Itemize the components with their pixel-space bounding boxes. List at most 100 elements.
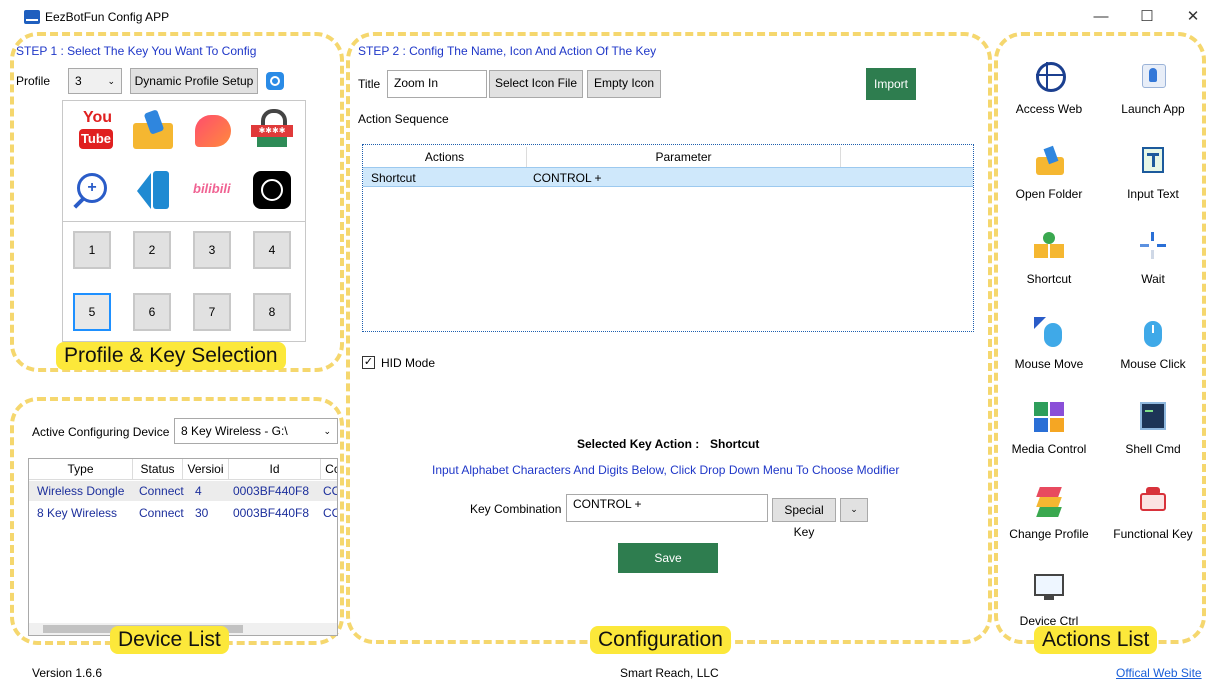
maximize-button[interactable]: ☐ [1132,6,1162,28]
save-button[interactable]: Save [618,543,718,573]
media-icon [1032,400,1066,434]
action-device-ctrl[interactable]: Device Ctrl [1004,572,1094,628]
shortcut-keys-icon [1032,230,1066,264]
col-actions[interactable]: Actions [363,147,527,167]
title-label: Title [358,77,381,91]
device-region-label: Device List [110,626,229,654]
cell-type: Wireless Dongle [37,484,125,498]
mouse-click-icon [1136,315,1170,349]
action-label: Open Folder [1015,187,1083,201]
cell-parameter: CONTROL + [533,171,602,185]
cell-id: 0003BF440F8 [233,484,310,498]
chatgpt-icon[interactable] [249,167,295,213]
action-functional-key[interactable]: Functional Key [1108,485,1198,541]
action-mouse-move[interactable]: Mouse Move [1004,315,1094,371]
action-shortcut[interactable]: Shortcut [1004,230,1094,286]
col-parameter[interactable]: Parameter [527,147,841,167]
close-button[interactable]: ✕ [1178,6,1208,28]
col-c[interactable]: Cc [321,459,337,479]
rocket-icon [1136,60,1170,94]
profile-select[interactable]: 3 ⌄ [68,68,122,94]
active-device-label: Active Configuring Device [32,425,170,439]
action-label: Mouse Click [1120,357,1186,371]
active-device-select[interactable]: 8 Key Wireless - G:\ ⌄ [174,418,338,444]
vscode-icon[interactable] [129,167,175,213]
action-input-text[interactable]: Input Text [1108,145,1198,201]
key-5-button[interactable]: 5 [73,293,111,331]
cell-c: CO [323,484,337,498]
key-grid-panel: You Tube ✱✱✱✱ + bilibili 1 2 3 4 5 6 7 8 [62,100,306,342]
table-row[interactable]: 8 Key Wireless Connect 30 0003BF440F8 CO [29,503,337,523]
action-sequence-label: Action Sequence [358,112,449,126]
company-text: Smart Reach, LLC [620,666,719,680]
step1-title: STEP 1 : Select The Key You Want To Conf… [16,44,257,58]
window-title: EezBotFun Config APP [45,10,170,24]
key-4-button[interactable]: 4 [253,231,291,269]
action-label: Functional Key [1113,527,1193,541]
key-2-button[interactable]: 2 [133,231,171,269]
action-access-web[interactable]: Access Web [1004,60,1094,116]
action-label: Media Control [1011,442,1087,456]
action-sequence-table: Actions Parameter Shortcut CONTROL + [362,144,974,332]
action-label: Input Text [1127,187,1179,201]
action-change-profile[interactable]: Change Profile [1004,485,1094,541]
heart-icon[interactable] [189,107,235,153]
title-input[interactable]: Zoom In [387,70,487,98]
profile-region-label: Profile & Key Selection [56,342,286,370]
col-status[interactable]: Status [133,459,183,479]
action-shell-cmd[interactable]: Shell Cmd [1108,400,1198,456]
key-1-button[interactable]: 1 [73,231,111,269]
key-3-button[interactable]: 3 [193,231,231,269]
key-6-button[interactable]: 6 [133,293,171,331]
cell-status: Connect [139,484,184,498]
key-combo-label: Key Combination [470,502,562,516]
action-wait[interactable]: Wait [1108,230,1198,286]
password-lock-icon[interactable]: ✱✱✱✱ [249,107,295,153]
import-button[interactable]: Import [866,68,916,100]
cell-c: CO [323,506,337,520]
col-type[interactable]: Type [29,459,133,479]
special-key-button[interactable]: Special Key [772,498,836,539]
action-label: Launch App [1121,102,1185,116]
action-open-folder[interactable]: Open Folder [1004,145,1094,201]
chevron-down-icon: ⌄ [323,426,331,436]
hid-mode-checkbox[interactable]: ✓ [362,356,375,369]
action-mouse-click[interactable]: Mouse Click [1108,315,1198,371]
minimize-button[interactable]: — [1086,6,1116,28]
youtube-icon[interactable]: You Tube [69,107,115,153]
selected-action-label: Selected Key Action : [577,437,700,451]
table-row[interactable]: Shortcut CONTROL + [363,167,973,187]
action-launch-app[interactable]: Launch App [1108,60,1198,116]
profile-label: Profile [16,74,51,88]
layers-icon [1032,485,1066,519]
hid-mode-label: HID Mode [381,356,436,370]
website-link[interactable]: Offical Web Site [1116,666,1202,680]
chevron-down-icon: ⌄ [107,76,115,86]
key-7-button[interactable]: 7 [193,293,231,331]
modifier-dropdown-button[interactable]: ⌄ [840,498,868,522]
password-stars: ✱✱✱✱ [251,125,293,137]
bilibili-text: bilibili [193,181,231,196]
col-id[interactable]: Id [229,459,321,479]
action-label: Access Web [1015,102,1083,116]
gear-icon[interactable] [266,72,284,90]
action-media-control[interactable]: Media Control [1004,400,1094,456]
empty-icon-button[interactable]: Empty Icon [587,70,661,98]
key-8-button[interactable]: 8 [253,293,291,331]
cell-status: Connect [139,506,184,520]
youtube-you-text: You [83,109,113,126]
active-device-value: 8 Key Wireless - G:\ [181,424,288,438]
open-folder-icon[interactable] [129,107,175,153]
version-text: Version 1.6.6 [32,666,103,680]
dynamic-profile-button[interactable]: Dynamic Profile Setup [130,68,258,94]
zoom-in-icon[interactable]: + [69,167,115,213]
folder-icon [1032,145,1066,179]
key-combo-input[interactable]: CONTROL + [566,494,768,522]
cell-version: 4 [195,484,202,498]
cell-id: 0003BF440F8 [233,506,310,520]
col-version[interactable]: Versioi [183,459,229,479]
select-icon-button[interactable]: Select Icon File [489,70,583,98]
bilibili-icon[interactable]: bilibili [189,167,235,213]
title-bar: EezBotFun Config APP — ☐ ✕ [0,0,1211,34]
table-row[interactable]: Wireless Dongle Connect 4 0003BF440F8 CO [29,481,337,501]
